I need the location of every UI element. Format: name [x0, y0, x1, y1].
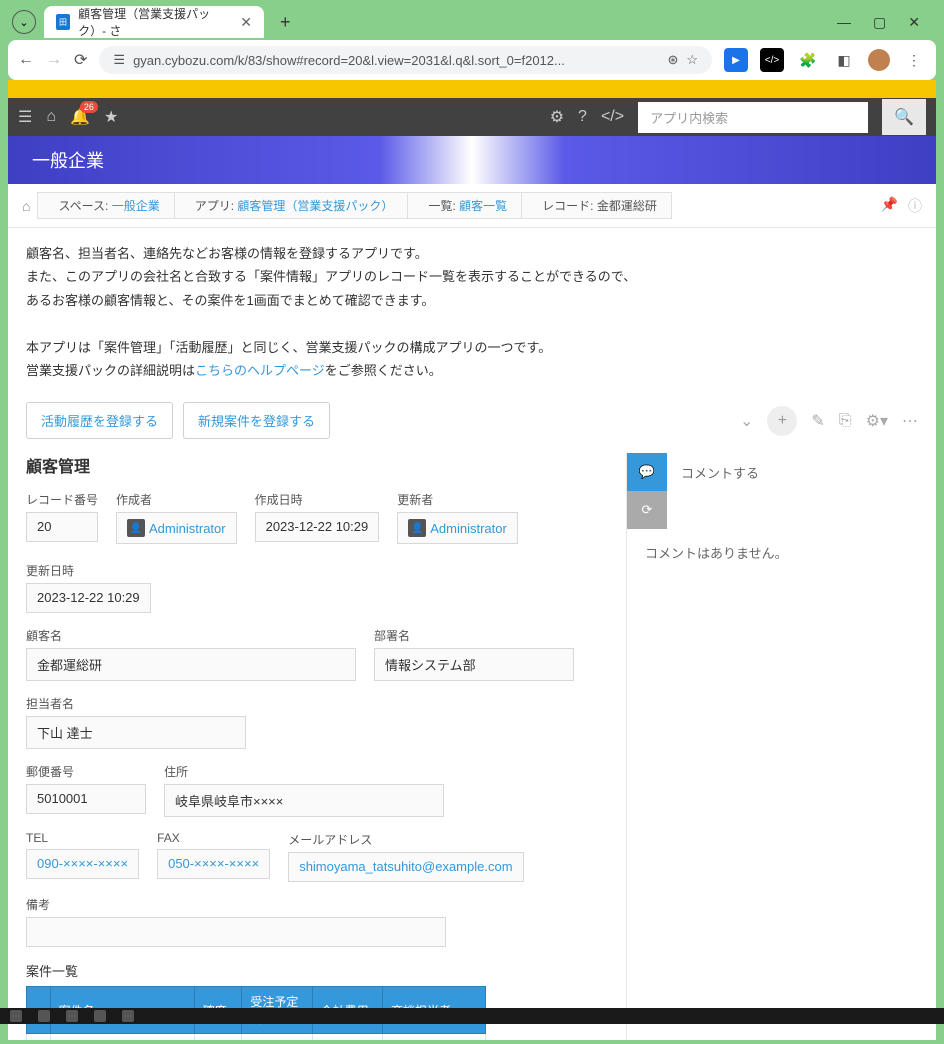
home-icon[interactable]: ⌂: [46, 108, 56, 126]
taskbar: [0, 1008, 944, 1024]
bookmark-icon[interactable]: ☆: [686, 52, 698, 68]
menu-icon[interactable]: ☰: [18, 107, 32, 127]
record-title: 顧客管理: [26, 453, 608, 477]
forward-button: →: [46, 51, 62, 69]
copy-icon[interactable]: ⎘: [839, 412, 852, 430]
code-icon[interactable]: </>: [601, 108, 624, 126]
taskbar-icon[interactable]: [10, 1010, 22, 1022]
back-button[interactable]: ←: [18, 51, 34, 69]
brand-bar: [8, 80, 936, 98]
help-icon[interactable]: ?: [578, 108, 587, 126]
email-value: shimoyama_tatsuhito@example.com: [288, 852, 523, 882]
tel-value: 090-××××-××××: [26, 849, 139, 879]
taskbar-icon[interactable]: [122, 1010, 134, 1022]
anken-title: 案件一覧: [26, 961, 608, 980]
zip-value: 5010001: [26, 784, 146, 814]
minimize-button[interactable]: —: [837, 14, 851, 31]
reload-button[interactable]: ⟳: [74, 50, 87, 70]
comments-tab[interactable]: 💬 コメントする: [627, 453, 936, 491]
app-description: 顧客名、担当者名、連絡先などお客様の情報を登録するアプリです。 また、このアプリ…: [8, 228, 936, 396]
comment-icon: 💬: [627, 453, 667, 491]
updater-value: 👤Administrator: [397, 512, 518, 544]
updated-value: 2023-12-22 10:29: [26, 583, 151, 613]
browser-tab[interactable]: 田 顧客管理（営業支援パック）- さ ✕: [44, 6, 264, 38]
space-banner: 一般企業: [8, 136, 936, 184]
breadcrumb: ⌂ スペース: 一般企業 アプリ: 顧客管理（営業支援パック） 一覧: 顧客一覧…: [8, 184, 936, 228]
breadcrumb-home-icon[interactable]: ⌂: [22, 198, 38, 214]
breadcrumb-space[interactable]: スペース: 一般企業: [37, 192, 174, 219]
note-value: [26, 917, 446, 947]
pin-icon[interactable]: 📌: [881, 196, 898, 216]
translate-icon[interactable]: ⊛: [667, 52, 678, 68]
history-tab[interactable]: ⟳: [627, 491, 936, 529]
extension-icon[interactable]: </>: [760, 48, 784, 72]
site-info-icon[interactable]: ☰: [113, 52, 125, 68]
help-link[interactable]: こちらのヘルプページ: [195, 363, 325, 378]
star-icon[interactable]: ★: [104, 107, 118, 127]
search-button[interactable]: 🔍: [882, 99, 926, 135]
history-icon: ⟳: [627, 491, 667, 529]
taskbar-icon[interactable]: [66, 1010, 78, 1022]
comments-empty: コメントはありません。: [627, 529, 936, 576]
sidebar-icon[interactable]: ◧: [832, 48, 856, 72]
new-tab-button[interactable]: +: [272, 12, 299, 33]
user-icon: 👤: [127, 519, 145, 537]
tab-dropdown-icon[interactable]: ⌄: [12, 10, 36, 34]
taskbar-icon[interactable]: [94, 1010, 106, 1022]
creator-value: 👤Administrator: [116, 512, 237, 544]
register-activity-button[interactable]: 活動履歴を登録する: [26, 402, 173, 439]
menu-icon[interactable]: ⋮: [902, 48, 926, 72]
register-anken-button[interactable]: 新規案件を登録する: [183, 402, 330, 439]
info-icon[interactable]: ⓘ: [908, 196, 922, 216]
url-text: gyan.cybozu.com/k/83/show#record=20&l.vi…: [133, 53, 659, 68]
chevron-down-icon[interactable]: ⌄: [740, 411, 753, 431]
search-input[interactable]: アプリ内検索: [638, 102, 868, 133]
url-input[interactable]: ☰ gyan.cybozu.com/k/83/show#record=20&l.…: [99, 46, 712, 74]
extensions-icon[interactable]: 🧩: [796, 48, 820, 72]
address-value: 岐阜県岐阜市××××: [164, 784, 444, 817]
gear-icon[interactable]: ⚙: [550, 107, 564, 127]
taskbar-icon[interactable]: [38, 1010, 50, 1022]
breadcrumb-view[interactable]: 一覧: 顧客一覧: [407, 192, 522, 219]
gear-icon[interactable]: ⚙▾: [866, 411, 888, 431]
add-record-button[interactable]: +: [767, 406, 797, 436]
maximize-button[interactable]: ▢: [873, 14, 886, 31]
created-value: 2023-12-22 10:29: [255, 512, 380, 542]
department-value: 情報システム部: [374, 648, 574, 681]
notifications-icon[interactable]: 🔔26: [70, 107, 90, 127]
user-icon: 👤: [408, 519, 426, 537]
tab-title: 顧客管理（営業支援パック）- さ: [78, 5, 232, 39]
profile-avatar[interactable]: [868, 49, 890, 71]
doc-icon[interactable]: ▮: [27, 1034, 51, 1040]
more-icon[interactable]: ⋯: [902, 411, 918, 431]
tab-favicon-icon: 田: [56, 14, 70, 30]
customer-value: 金都運総研: [26, 648, 356, 681]
fax-value: 050-××××-××××: [157, 849, 270, 879]
extension-icon[interactable]: ▶: [724, 48, 748, 72]
close-window-button[interactable]: ✕: [908, 14, 920, 31]
edit-icon[interactable]: ✎: [811, 411, 824, 431]
breadcrumb-app[interactable]: アプリ: 顧客管理（営業支援パック）: [174, 192, 409, 219]
table-row[interactable]: ▮金都運総研営業支援ツール案件100%2018-03-31600,000👤 Ad…: [27, 1034, 486, 1040]
record-no-value: 20: [26, 512, 98, 542]
close-tab-icon[interactable]: ✕: [240, 14, 252, 31]
contact-value: 下山 達士: [26, 716, 246, 749]
breadcrumb-record: レコード: 金都運総研: [521, 192, 672, 219]
